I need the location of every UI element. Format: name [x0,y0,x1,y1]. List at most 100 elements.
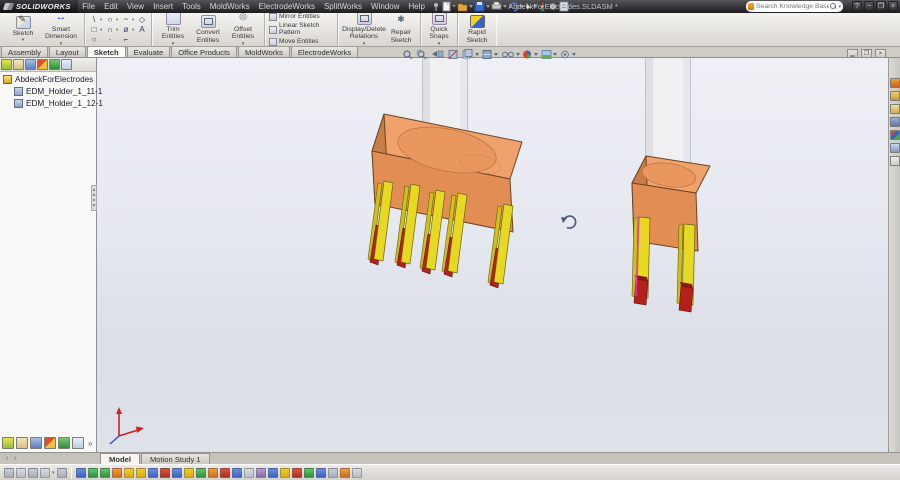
trim-caret-icon[interactable]: ▾ [156,42,190,47]
mirror-entities-button[interactable]: Mirror Entities [269,13,333,21]
doc-restore-icon[interactable]: ❐ [861,49,872,58]
apply-scene-icon[interactable] [542,51,551,59]
search-pane-icon[interactable] [890,117,900,127]
previous-view-icon[interactable] [432,51,443,57]
filter-vertices-icon[interactable] [57,468,67,478]
menu-item-file[interactable]: File [78,0,100,13]
spline-caret-icon[interactable]: ▾ [132,17,136,23]
hide-show-items-icon[interactable] [503,52,514,57]
view-orientation-icon[interactable] [463,50,472,59]
section-view-icon[interactable] [449,51,457,59]
design-tree-bottom-icon[interactable] [2,437,14,449]
electrode-tool-icon[interactable] [352,468,362,478]
point-tool-icon[interactable]: · [105,35,115,44]
menu-item-help[interactable]: Help [404,0,429,13]
displaymanager-bottom-icon[interactable] [58,437,70,449]
quick-snaps-caret-icon[interactable]: ▾ [425,42,453,47]
text-tool-icon[interactable]: A [137,25,147,34]
rectangle-caret-icon[interactable]: ▾ [100,27,104,33]
tab-moldworks[interactable]: MoldWorks [238,46,290,57]
electrode-tool-icon[interactable] [196,468,206,478]
featuremanager-design-tree-icon[interactable] [1,59,12,70]
smart-dimension-button[interactable]: ↔ Smart Dimension ▾ [42,12,80,47]
electrode-tool-icon[interactable] [280,468,290,478]
help-button[interactable]: ? [852,1,862,11]
convert-entities-button[interactable]: Convert Entities [190,15,226,43]
smart-dimension-caret-icon[interactable]: ▾ [42,42,80,47]
repair-sketch-button[interactable]: ✱ Repair Sketch [386,15,416,43]
electrode-tool-icon[interactable] [304,468,314,478]
view-palette-icon[interactable] [890,130,900,140]
tree-item-edm-holder-11[interactable]: EDM_Holder_1_11-1 [14,87,96,96]
tab-nav-arrows[interactable]: ‹ › [0,453,100,464]
electrode-tool-icon[interactable] [76,468,86,478]
slot-caret-icon[interactable]: ▾ [132,27,136,33]
linear-sketch-pattern-button[interactable]: Linear Sketch Pattern [269,23,333,36]
custom-properties-icon[interactable] [890,156,900,166]
offset-caret-icon[interactable]: ▾ [226,42,260,47]
tab-electrodeworks[interactable]: ElectrodeWorks [291,46,358,57]
filter-faces-icon[interactable] [40,468,50,478]
sketch-button[interactable]: Sketch ▾ [4,16,42,43]
zoom-to-area-icon[interactable] [417,50,426,59]
centerline-tool-icon[interactable]: ⌐ [121,35,131,44]
configurationmanager-icon[interactable] [25,59,36,70]
scene-caret-icon[interactable] [553,53,557,56]
search-magnifier-icon[interactable] [830,3,837,10]
custom-bottom-icon[interactable] [72,437,84,449]
electrode-tool-icon[interactable] [160,468,170,478]
electrode-tool-icon[interactable] [220,468,230,478]
design-library-icon[interactable] [890,91,900,101]
rapid-sketch-button[interactable]: Rapid Sketch [462,15,492,43]
electrode-tool-icon[interactable] [268,468,278,478]
search-input[interactable] [756,3,829,10]
selection-filter-icon[interactable] [16,468,26,478]
electrode-tool-icon[interactable] [124,468,134,478]
circle-caret-icon[interactable]: ▾ [116,17,120,23]
doc-minimize-icon[interactable]: ▁ [847,49,858,58]
menu-item-moldworks[interactable]: MoldWorks [205,0,254,13]
electrode-tool-icon[interactable] [244,468,254,478]
electrode-tool-icon[interactable] [88,468,98,478]
dimxpertmanager-icon[interactable] [37,59,48,70]
custom-tab-icon[interactable] [61,59,72,70]
minimize-button[interactable]: − [864,1,874,11]
line-caret-icon[interactable]: ▾ [100,17,104,23]
solidworks-resources-icon[interactable] [890,78,900,88]
filter-edges-icon[interactable] [28,468,38,478]
orientation-caret-icon[interactable] [475,53,479,56]
electrode-tool-icon[interactable] [184,468,194,478]
open-folder-icon[interactable] [458,4,467,11]
circle-tool-icon[interactable]: ○ [105,15,115,24]
electrode-tool-icon[interactable] [136,468,146,478]
menu-item-window[interactable]: Window [367,0,404,13]
relations-caret-icon[interactable]: ▾ [342,42,386,47]
quick-snaps-button[interactable]: Quick Snaps ▾ [425,12,453,47]
close-button[interactable]: × [888,1,898,11]
propertymanager-bottom-icon[interactable] [16,437,28,449]
configurationmanager-bottom-icon[interactable] [30,437,42,449]
search-caret-icon[interactable]: ▾ [838,4,841,10]
menu-item-view[interactable]: View [122,0,148,13]
tab-assembly[interactable]: Assembly [1,46,48,57]
menu-item-electrodeworks[interactable]: ElectrodeWorks [254,0,319,13]
offset-entities-button[interactable]: ◎ Offset Entities ▾ [226,12,260,47]
file-explorer-icon[interactable] [890,104,900,114]
tab-evaluate[interactable]: Evaluate [127,46,171,57]
knowledge-base-search[interactable]: ▾ [746,1,843,12]
view-settings-icon[interactable] [562,51,569,58]
menu-item-insert[interactable]: Insert [149,0,178,13]
electrode-tool-icon[interactable] [232,468,242,478]
display-delete-relations-button[interactable]: Display/Delete Relations ▾ [342,12,386,47]
new-document-icon[interactable] [443,2,450,11]
doc-close-icon[interactable]: × [875,49,886,58]
restore-button[interactable]: ❐ [876,1,886,11]
display-style-icon[interactable] [483,51,491,59]
electrode-tool-icon[interactable] [100,468,110,478]
display-style-caret-icon[interactable] [494,53,498,56]
tree-item-edm-holder-12[interactable]: EDM_Holder_1_12-1 [14,99,96,108]
ellipse-tool-icon[interactable]: ◇ [137,15,147,24]
tab-sketch[interactable]: Sketch [87,46,126,57]
edit-appearance-icon[interactable] [523,51,531,59]
tab-office-products[interactable]: Office Products [171,46,237,57]
